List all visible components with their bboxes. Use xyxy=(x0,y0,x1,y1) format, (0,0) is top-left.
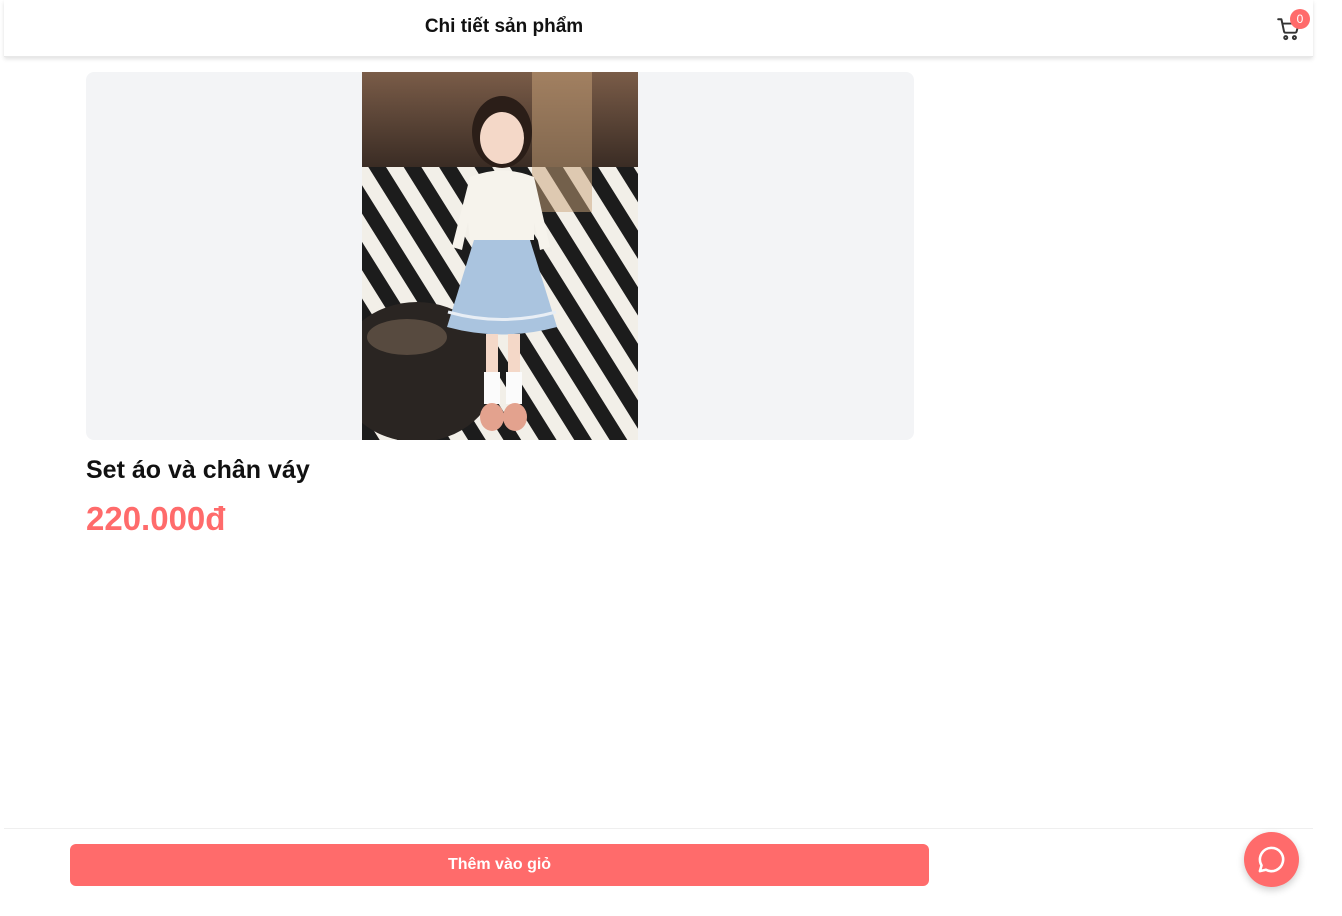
top-header: Chi tiết sản phẩm 0 xyxy=(4,0,1313,57)
product-image-gallery xyxy=(86,72,914,440)
cart-button[interactable]: 0 xyxy=(1272,9,1312,44)
product-price: 220.000đ xyxy=(86,500,226,537)
chat-bubble-icon xyxy=(1258,846,1285,873)
product-photo xyxy=(362,72,638,440)
chat-button[interactable] xyxy=(1244,832,1299,887)
page-title: Chi tiết sản phẩm xyxy=(424,16,584,37)
add-to-cart-button[interactable]: Thêm vào giỏ xyxy=(70,844,929,886)
cart-count-badge: 0 xyxy=(1290,9,1310,29)
product-name: Set áo và chân váy xyxy=(86,456,310,484)
